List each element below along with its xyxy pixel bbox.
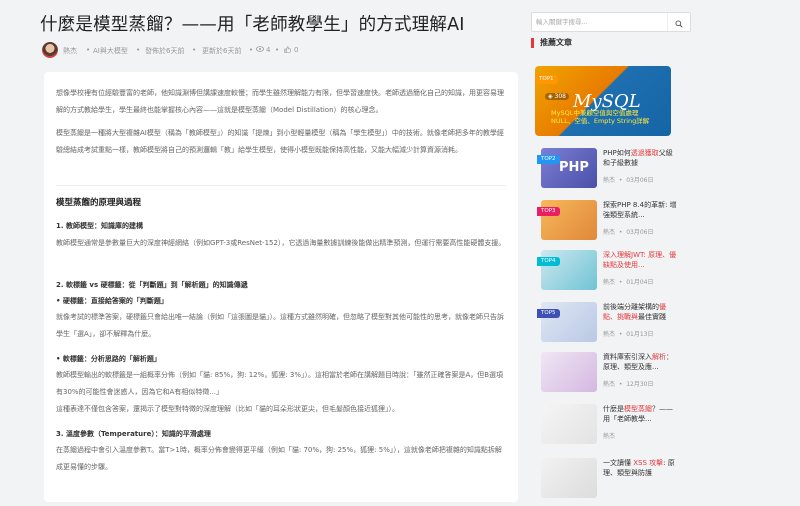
rank-badge: TOP3: [537, 207, 560, 216]
view-count: 4: [266, 46, 271, 54]
article-thumbnail: [541, 302, 597, 342]
search-icon: [675, 13, 683, 32]
article-title-link[interactable]: 深入理解JWT: 原理、優缺點及使用...: [603, 250, 679, 280]
thumbs-up-icon[interactable]: [284, 46, 292, 55]
update-date: 更新於6天前: [202, 47, 242, 55]
like-count: 0: [294, 46, 299, 54]
intro-paragraph-1: 想像學校裡有位經驗豐富的老師，他知識淵博但講課速度較慢；而學生雖然理解能力有限，…: [56, 89, 504, 114]
list-item[interactable]: TOP3 探索PHP 8.4的革新: 增強類型系統... 熱杰 • 03月06日: [537, 200, 691, 248]
list-item[interactable]: 資料庫索引深入解析：原理、類型及應... 熱杰 • 12月30日: [541, 352, 691, 400]
publish-date: 發佈於6天前: [145, 47, 185, 55]
dot-separator: •: [249, 46, 254, 54]
dot-separator: •: [275, 46, 280, 54]
article-meta: 熱杰 • 01月04日: [603, 279, 654, 286]
article-thumbnail: [541, 250, 597, 290]
section-heading: 模型蒸餾的原理與過程: [56, 198, 142, 208]
article-title-link[interactable]: 一文讀懂 XSS 攻擊: 原理、類型與防護: [603, 458, 679, 488]
list-item[interactable]: TOP4 深入理解JWT: 原理、優缺點及使用... 熱杰 • 01月04日: [537, 250, 691, 298]
category-link[interactable]: AI與大模型: [93, 46, 128, 56]
search-button[interactable]: [667, 13, 690, 31]
list-item[interactable]: TOP5 前後端分離架構的優點、挑戰與最佳實踐 熱杰 • 01月13日: [537, 302, 691, 350]
dot-separator: •: [86, 46, 91, 54]
article-thumbnail: [541, 404, 597, 444]
author-name[interactable]: 熱杰: [63, 46, 77, 56]
soft-label-text-1: 教師模型輸出的軟標籤是一組概率分佈（例如「貓: 85%，狗: 12%，狐狸: 3…: [56, 371, 504, 396]
article-meta: 熱杰 • 01月13日: [603, 331, 654, 338]
article-thumbnail: PHP: [541, 148, 597, 188]
intro-paragraph-2: 模型蒸餾是一種將大型複雜AI模型（稱為「教師模型」）的知識「提煉」到小型輕量模型…: [56, 129, 504, 154]
article-thumbnail: [541, 458, 597, 498]
article-title-link[interactable]: 資料庫索引深入解析：原理、類型及應...: [603, 352, 679, 382]
dot-separator: •: [192, 46, 197, 54]
subsection-text-3: 在蒸餾過程中會引入溫度參數T。當T>1時，概率分佈會變得更平緩（例如「貓: 70…: [56, 446, 502, 471]
article-title: 什麼是模型蒸餾？——用「老師教學生」的方式理解AI: [40, 15, 465, 35]
hard-label-text: 就像考試的標準答案，硬標籤只會給出唯一結論（例如「這張圖是貓」）。這種方式雖然明…: [56, 313, 504, 338]
recommended-heading: 推薦文章: [531, 38, 572, 48]
subsection-heading-1: 1. 教師模型：知識庫的建構: [56, 222, 143, 230]
article-thumbnail: [541, 352, 597, 392]
list-item[interactable]: 一文讀懂 XSS 攻擊: 原理、類型與防護: [541, 458, 691, 506]
article-title-link[interactable]: 什麼是模型蒸餾？——用「老師教學...: [603, 404, 679, 434]
rank-badge: TOP2: [537, 155, 560, 164]
subsection-text-1: 教師模型通常是參數量巨大的深度神經網絡（例如GPT-3或ResNet-152），…: [56, 239, 506, 247]
article-title-link[interactable]: PHP如何透過獲取父級和子級數據: [603, 148, 679, 178]
featured-article-card[interactable]: TOP1 ◈ 308 MySQL MySQL中兼顧空值與空值處理 NULL、空值…: [535, 66, 671, 136]
subsection-heading-2: 2. 軟標籤 vs 硬標籤：從「判斷題」到「解析題」的知識傳遞: [56, 281, 248, 289]
article-meta: 熱杰 • 12月30日: [603, 381, 654, 388]
article-title-link[interactable]: 前後端分離架構的優點、挑戰與最佳實踐: [603, 302, 679, 332]
list-item[interactable]: 什麼是模型蒸餾？——用「老師教學... 熱杰: [541, 404, 691, 452]
article-title-link[interactable]: 探索PHP 8.4的革新: 增強類型系統...: [603, 200, 679, 230]
article-thumbnail: [541, 200, 597, 240]
rank-badge: TOP4: [537, 257, 560, 266]
article-meta: 熱杰 • 03月06日: [603, 229, 654, 236]
rank-badge: TOP1: [535, 75, 558, 84]
view-count-badge: ◈ 308: [545, 93, 569, 100]
author-avatar[interactable]: [42, 42, 58, 58]
dot-separator: •: [136, 46, 141, 54]
list-item[interactable]: PHP TOP2 PHP如何透過獲取父級和子級數據 熱杰 • 03月06日: [537, 148, 691, 196]
section-divider: [56, 185, 506, 186]
eye-icon: [256, 46, 264, 54]
soft-label-heading: • 軟標籤：分析思路的「解析題」: [56, 355, 161, 363]
subsection-heading-3: 3. 溫度參數（Temperature）：知識的平滑處理: [56, 430, 211, 438]
search-box: [531, 12, 691, 32]
rank-badge: TOP5: [537, 309, 560, 318]
search-input[interactable]: [536, 15, 661, 28]
article-meta: 熱杰 • 03月06日: [603, 177, 654, 184]
hard-label-heading: • 硬標籤：直接給答案的「判斷題」: [56, 297, 168, 305]
article-meta: 熱杰: [603, 433, 616, 440]
soft-label-text-2: 這種表達不僅包含答案，還揭示了模型對特徵的深度理解（比如「貓的耳朵形狀更尖，但毛…: [56, 405, 399, 413]
featured-caption: MySQL中兼顧空值與空值處理 NULL、空值、Empty String詳解: [551, 109, 650, 125]
